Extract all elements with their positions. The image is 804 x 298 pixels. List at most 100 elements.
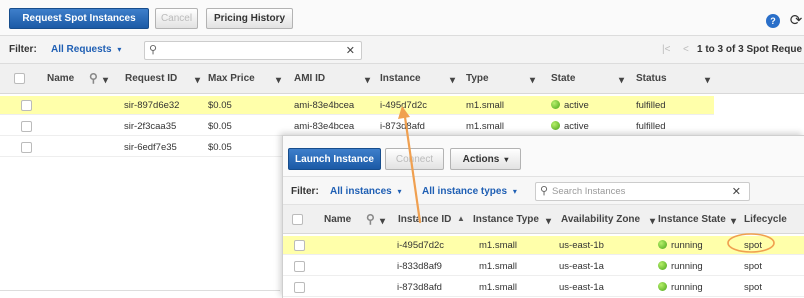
status-active-icon — [551, 100, 560, 109]
request-id-cell: sir-6edf7e35 — [124, 142, 177, 153]
col-instance-state[interactable]: Instance State — [658, 214, 726, 225]
col-availability-zone[interactable]: Availability Zone — [561, 214, 640, 225]
filter-label: Filter: — [9, 44, 37, 55]
type-cell: m1.small — [466, 100, 505, 111]
instance-type-cell: m1.small — [479, 261, 518, 272]
clear-search-icon[interactable]: ✕ — [346, 44, 355, 57]
instance-type-cell: m1.small — [479, 240, 518, 251]
instances-panel: Launch Instance Connect Actions ▾ Filter… — [282, 135, 804, 298]
col-instance[interactable]: Instance — [380, 73, 421, 84]
state-cell: active — [551, 121, 589, 132]
status-cell: fulfilled — [636, 121, 666, 132]
row-checkbox[interactable] — [294, 261, 305, 272]
search-icon: ⚲ — [149, 44, 158, 56]
clear-search-icon[interactable]: ✕ — [732, 185, 741, 198]
prev-page-icon[interactable]: < — [683, 44, 689, 55]
col-name[interactable]: Name — [324, 214, 351, 225]
col-sort-icon[interactable]: ▾ — [195, 75, 200, 86]
request-id-cell: sir-897d6e32 — [124, 100, 180, 111]
instance-cell[interactable]: i-873d8afd — [380, 121, 425, 132]
select-all-checkbox[interactable] — [292, 214, 303, 225]
col-instance-type[interactable]: Instance Type — [473, 214, 539, 225]
status-active-icon — [551, 121, 560, 130]
availability-zone-cell: us-east-1b — [559, 240, 604, 251]
search-icon: ⚲ — [540, 185, 549, 197]
filter-icon[interactable]: ⚲ — [89, 71, 98, 85]
table-row[interactable]: i-873d8afd m1.small us-east-1a running s… — [283, 278, 804, 297]
col-ami-id[interactable]: AMI ID — [294, 73, 325, 84]
help-icon[interactable]: ? — [766, 14, 780, 28]
col-instance-id[interactable]: Instance ID — [398, 214, 451, 225]
max-price-cell: $0.05 — [208, 100, 232, 111]
col-sort-icon[interactable]: ▾ — [731, 216, 736, 227]
col-sort-icon[interactable]: ▾ — [546, 216, 551, 227]
instances-filter-dropdown[interactable]: All instances ▾ — [330, 186, 402, 197]
lifecycle-cell: spot — [744, 261, 762, 272]
col-sort-icon[interactable]: ▾ — [530, 75, 535, 86]
spot-table-header: Name ⚲ ▾ Request ID ▾ Max Price ▾ AMI ID… — [0, 64, 804, 94]
launch-instance-button[interactable]: Launch Instance — [288, 148, 381, 170]
filter-icon[interactable]: ⚲ — [366, 212, 375, 226]
pricing-history-button[interactable]: Pricing History — [206, 8, 293, 29]
sort-asc-icon[interactable]: ▲ — [457, 214, 465, 223]
row-checkbox[interactable] — [294, 240, 305, 251]
instance-id-cell: i-495d7d2c — [397, 240, 445, 251]
table-row[interactable]: i-495d7d2c m1.small us-east-1b running s… — [283, 236, 804, 255]
pagination-text: 1 to 3 of 3 Spot Reque — [697, 44, 803, 55]
col-sort-icon[interactable]: ▾ — [103, 75, 108, 86]
chevron-down-icon: ▾ — [397, 187, 402, 196]
lifecycle-cell: spot — [744, 240, 762, 251]
first-page-icon[interactable]: |< — [662, 44, 670, 55]
instance-state-cell: running — [658, 240, 703, 251]
refresh-icon[interactable]: ⟳ — [788, 11, 804, 29]
col-sort-icon[interactable]: ▾ — [380, 216, 385, 227]
instances-search-input[interactable]: ⚲ Search Instances ✕ — [535, 182, 750, 201]
col-lifecycle[interactable]: Lifecycle — [744, 214, 787, 225]
status-running-icon — [658, 282, 667, 291]
table-row[interactable]: i-833d8af9 m1.small us-east-1a running s… — [283, 257, 804, 276]
col-sort-icon[interactable]: ▾ — [619, 75, 624, 86]
col-request-id[interactable]: Request ID — [125, 73, 177, 84]
availability-zone-cell: us-east-1a — [559, 261, 604, 272]
col-state[interactable]: State — [551, 73, 575, 84]
status-running-icon — [658, 261, 667, 270]
row-checkbox[interactable] — [21, 121, 32, 132]
instance-types-dropdown[interactable]: All instance types ▾ — [422, 186, 517, 197]
chevron-down-icon: ▾ — [117, 45, 122, 54]
lifecycle-cell: spot — [744, 282, 762, 293]
table-row[interactable]: sir-2f3caa35 $0.05 ami-83e4bcea i-873d8a… — [0, 117, 804, 136]
table-row[interactable]: sir-897d6e32 $0.05 ami-83e4bcea i-495d7d… — [0, 96, 714, 115]
spot-search-input[interactable]: ⚲ ✕ — [144, 41, 362, 60]
instance-id-cell: i-833d8af9 — [397, 261, 442, 272]
col-sort-icon[interactable]: ▾ — [450, 75, 455, 86]
instance-state-cell: running — [658, 261, 703, 272]
chevron-down-icon: ▾ — [512, 187, 517, 196]
cancel-button[interactable]: Cancel — [155, 8, 198, 29]
col-name[interactable]: Name — [47, 73, 74, 84]
col-sort-icon[interactable]: ▾ — [705, 75, 710, 86]
max-price-cell: $0.05 — [208, 121, 232, 132]
col-max-price[interactable]: Max Price — [208, 73, 255, 84]
instance-cell[interactable]: i-495d7d2c — [380, 100, 427, 111]
row-checkbox[interactable] — [21, 142, 32, 153]
ami-id-cell: ami-83e4bcea — [294, 121, 355, 132]
instance-type-cell: m1.small — [479, 282, 518, 293]
request-spot-instances-button[interactable]: Request Spot Instances — [9, 8, 149, 29]
col-sort-icon[interactable]: ▾ — [276, 75, 281, 86]
col-sort-icon[interactable]: ▾ — [650, 216, 655, 227]
chevron-down-icon: ▾ — [504, 154, 509, 164]
col-type[interactable]: Type — [466, 73, 489, 84]
max-price-cell: $0.05 — [208, 142, 232, 153]
filter-label: Filter: — [291, 186, 319, 197]
col-sort-icon[interactable]: ▾ — [365, 75, 370, 86]
col-status[interactable]: Status — [636, 73, 667, 84]
select-all-checkbox[interactable] — [14, 73, 25, 84]
row-checkbox[interactable] — [21, 100, 32, 111]
connect-button[interactable]: Connect — [385, 148, 444, 170]
availability-zone-cell: us-east-1a — [559, 282, 604, 293]
row-checkbox[interactable] — [294, 282, 305, 293]
filter-dropdown-value: All Requests — [51, 44, 112, 55]
filter-dropdown[interactable]: All Requests ▾ — [51, 44, 121, 55]
actions-dropdown[interactable]: Actions ▾ — [450, 148, 521, 170]
instances-table-header: Name ⚲ ▾ Instance ID ▲ Instance Type ▾ A… — [283, 205, 804, 234]
